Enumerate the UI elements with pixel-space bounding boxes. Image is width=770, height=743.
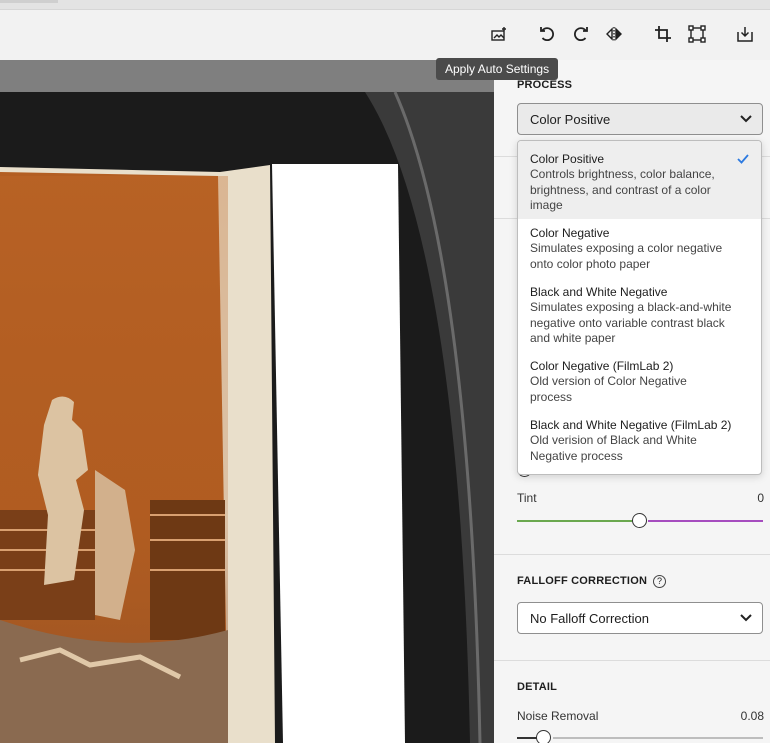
process-option-bw-negative[interactable]: Black and White Negative Simulates expos…	[518, 285, 761, 349]
option-description: Simulates exposing a color negative onto…	[530, 241, 723, 271]
option-description: Controls brightness, color balance, brig…	[530, 167, 715, 212]
option-title: Black and White Negative	[530, 285, 668, 299]
toolbar	[0, 10, 770, 60]
option-title: Black and White Negative (FilmLab 2)	[530, 418, 732, 432]
flip-horizontal-icon[interactable]	[603, 23, 625, 45]
option-title: Color Positive	[530, 152, 605, 166]
option-description: Old version of Color Negative process	[530, 374, 687, 404]
negative-image	[0, 91, 494, 743]
process-dropdown-menu: Color Positive Controls brightness, colo…	[517, 140, 762, 475]
export-icon[interactable]	[734, 23, 756, 45]
process-section-title: PROCESS	[517, 79, 573, 91]
noise-label: Noise Removal	[517, 709, 599, 723]
falloff-select[interactable]: No Falloff Correction	[517, 602, 763, 634]
noise-slider-thumb[interactable]	[536, 730, 551, 743]
help-icon[interactable]: ?	[653, 575, 667, 588]
tint-track-green	[517, 520, 632, 522]
falloff-section-title: FALLOFF CORRECTION?	[517, 575, 667, 588]
noise-track	[553, 737, 763, 739]
process-select[interactable]: Color Positive	[517, 103, 763, 135]
tint-label: Tint	[517, 491, 537, 505]
falloff-title-text: FALLOFF CORRECTION	[517, 575, 648, 587]
chevron-down-icon	[740, 115, 752, 123]
chevron-down-icon	[740, 614, 752, 622]
tint-slider-thumb[interactable]	[632, 513, 647, 528]
divider	[494, 660, 770, 661]
option-title: Color Negative	[530, 226, 610, 240]
tint-row: Tint 0	[517, 491, 764, 505]
transform-icon[interactable]	[686, 23, 708, 45]
apply-auto-settings-icon[interactable]	[488, 23, 510, 45]
detail-section-title: DETAIL	[517, 681, 558, 693]
divider	[494, 554, 770, 555]
process-option-color-negative[interactable]: Color Negative Simulates exposing a colo…	[518, 226, 761, 276]
checkmark-icon	[737, 154, 749, 164]
rotate-right-icon[interactable]	[570, 23, 592, 45]
noise-track-filled	[517, 737, 537, 739]
tint-track-purple	[648, 520, 763, 522]
process-option-color-negative-filmlab2[interactable]: Color Negative (FilmLab 2) Old version o…	[518, 359, 761, 409]
rotate-left-icon[interactable]	[536, 23, 558, 45]
window-tab[interactable]	[0, 0, 58, 3]
noise-value: 0.08	[740, 709, 764, 723]
process-option-bw-negative-filmlab2[interactable]: Black and White Negative (FilmLab 2) Old…	[518, 418, 761, 473]
tooltip: Apply Auto Settings	[436, 58, 559, 80]
falloff-select-value: No Falloff Correction	[530, 611, 649, 626]
process-select-value: Color Positive	[530, 112, 611, 127]
option-title: Color Negative (FilmLab 2)	[530, 359, 674, 373]
tint-slider[interactable]	[517, 513, 763, 529]
image-viewer[interactable]	[0, 60, 494, 743]
option-description: Simulates exposing a black-and-white neg…	[530, 300, 732, 345]
noise-slider[interactable]	[517, 730, 763, 743]
tint-value: 0	[757, 491, 764, 505]
window-top-strip	[0, 0, 770, 10]
process-option-color-positive[interactable]: Color Positive Controls brightness, colo…	[518, 141, 761, 219]
crop-icon[interactable]	[652, 23, 674, 45]
noise-row: Noise Removal 0.08	[517, 709, 764, 723]
option-description: Old verision of Black and White Negative…	[530, 433, 697, 463]
